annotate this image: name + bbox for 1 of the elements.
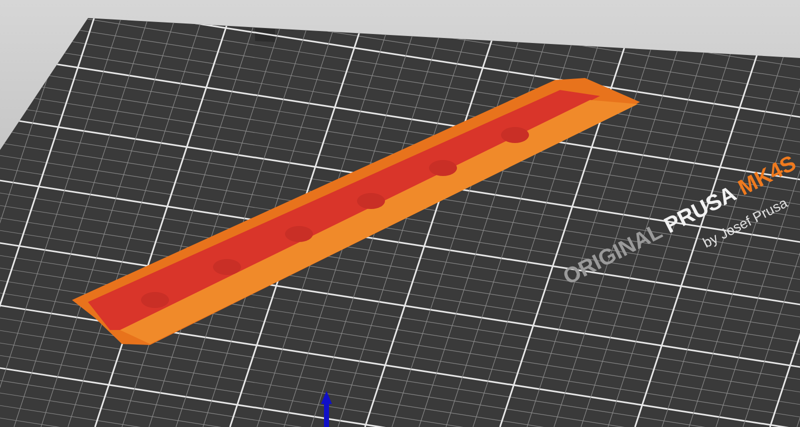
z-axis-arrow — [321, 391, 332, 427]
